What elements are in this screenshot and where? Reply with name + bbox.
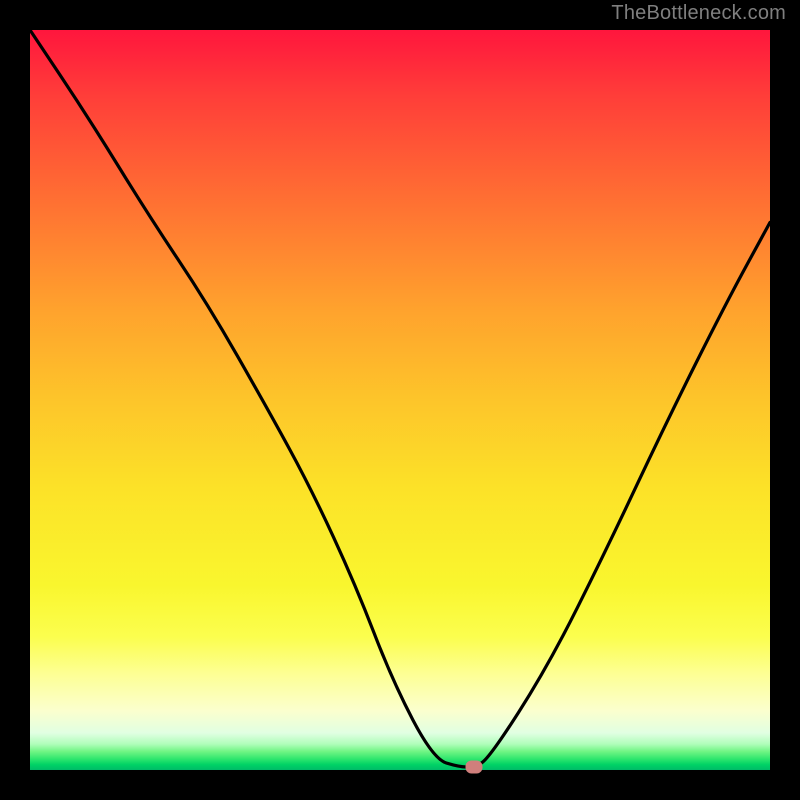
attribution-text: TheBottleneck.com bbox=[611, 2, 786, 25]
curve-svg bbox=[30, 30, 770, 770]
plot-area bbox=[30, 30, 770, 770]
bottleneck-curve bbox=[30, 30, 770, 767]
chart-container: TheBottleneck.com bbox=[0, 0, 800, 800]
optimal-point-marker bbox=[466, 761, 483, 774]
